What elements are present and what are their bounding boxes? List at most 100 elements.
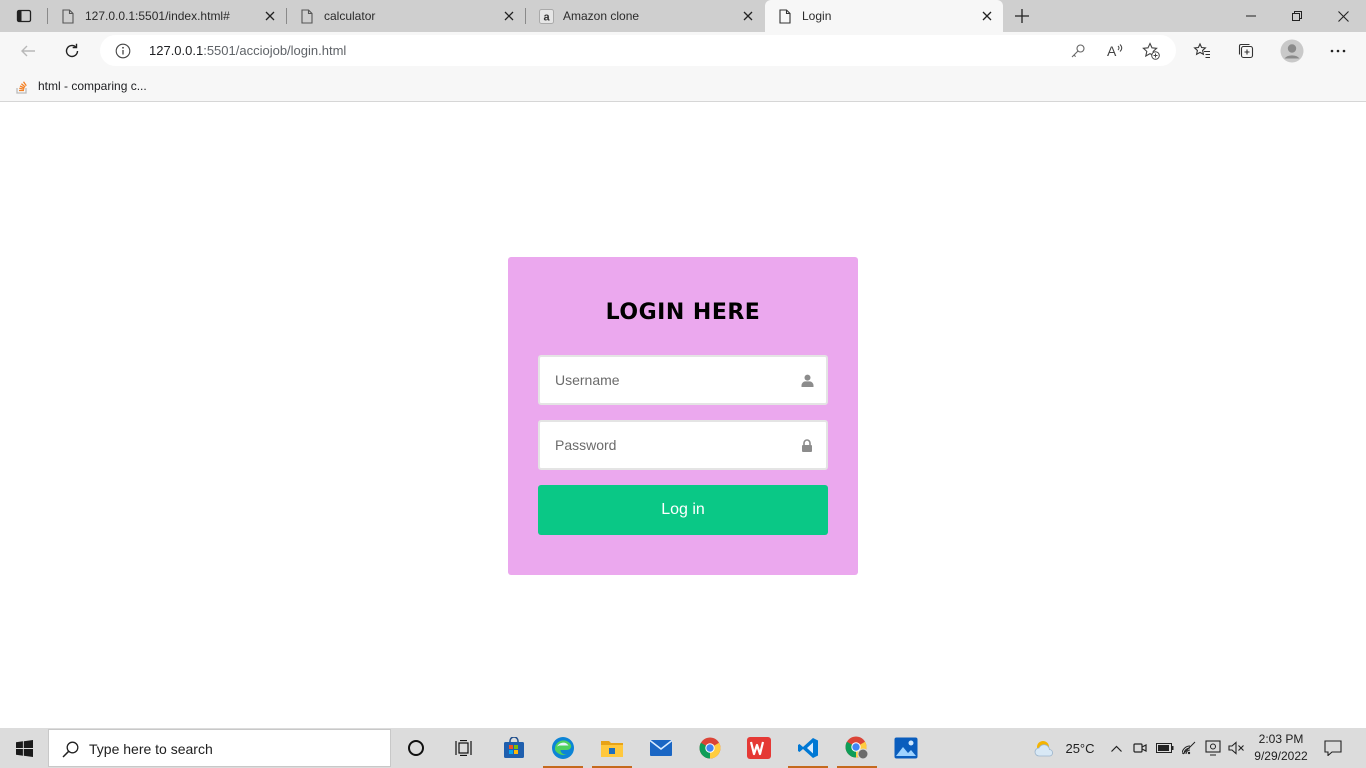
- favorite-label: html - comparing c...: [38, 79, 147, 93]
- login-title: LOGIN HERE: [605, 300, 761, 325]
- photos-icon: [894, 737, 918, 759]
- key-icon[interactable]: [1067, 40, 1089, 62]
- wps-office-button[interactable]: [735, 728, 783, 768]
- add-favorite-icon[interactable]: [1140, 40, 1162, 62]
- favorites-bar: html - comparing c...: [0, 70, 1366, 102]
- show-hidden-icons-button[interactable]: [1106, 728, 1126, 768]
- volume-muted-icon: [1228, 741, 1244, 755]
- mail-icon: [649, 739, 673, 756]
- plus-icon: [1015, 9, 1029, 23]
- minimize-icon: [1246, 15, 1256, 17]
- password-field: [538, 420, 828, 470]
- page-icon: [299, 8, 315, 24]
- tab-login[interactable]: Login: [765, 0, 1003, 32]
- password-input[interactable]: [540, 422, 826, 468]
- task-view-button[interactable]: [440, 728, 488, 768]
- battery-icon: [1156, 743, 1174, 753]
- folder-icon: [601, 741, 623, 757]
- username-input[interactable]: [540, 357, 826, 403]
- tab-strip: 127.0.0.1:5501/index.html# calculator a …: [0, 0, 1366, 32]
- vscode-icon: [798, 738, 818, 758]
- url-host: 127.0.0.1: [149, 43, 204, 58]
- photos-button[interactable]: [882, 728, 930, 768]
- tab-title: Amazon clone: [563, 9, 640, 23]
- search-placeholder: Type here to search: [89, 741, 213, 757]
- chrome-button[interactable]: [686, 728, 734, 768]
- close-tab-icon[interactable]: [499, 6, 519, 26]
- wifi-icon: [1182, 741, 1196, 755]
- display-settings-button[interactable]: [1202, 728, 1224, 768]
- username-field: [538, 355, 828, 405]
- network-button[interactable]: [1180, 728, 1200, 768]
- tab-calculator[interactable]: calculator: [287, 0, 525, 32]
- profile-button[interactable]: [1276, 36, 1308, 66]
- tab-title: calculator: [324, 9, 376, 23]
- temperature-label: 25°C: [1065, 740, 1095, 756]
- cortana-icon: [408, 740, 424, 756]
- close-tab-icon[interactable]: [260, 6, 280, 26]
- file-explorer-button[interactable]: [588, 728, 636, 768]
- read-aloud-icon[interactable]: A: [1104, 40, 1126, 62]
- refresh-icon: [65, 43, 79, 58]
- refresh-button[interactable]: [56, 36, 88, 66]
- url-path: :5501/acciojob/login.html: [203, 43, 347, 58]
- new-tab-button[interactable]: [1010, 4, 1034, 28]
- close-tab-icon[interactable]: [977, 6, 997, 26]
- notifications-button[interactable]: [1320, 728, 1346, 768]
- taskbar-search[interactable]: Type here to search: [48, 729, 391, 767]
- camera-icon: [1133, 743, 1147, 753]
- back-button[interactable]: [12, 36, 44, 66]
- chrome-profile-icon: [845, 736, 869, 760]
- restore-button[interactable]: [1274, 0, 1320, 32]
- avatar-icon: [1280, 39, 1304, 63]
- collections-icon: [1238, 43, 1254, 59]
- user-icon: [800, 373, 814, 387]
- store-icon: [504, 737, 524, 758]
- microsoft-store-button[interactable]: [490, 728, 538, 768]
- volume-button[interactable]: [1226, 728, 1246, 768]
- tab-title: 127.0.0.1:5501/index.html#: [85, 9, 230, 23]
- chrome-icon: [699, 737, 721, 759]
- battery-button[interactable]: [1154, 728, 1176, 768]
- chevron-up-icon: [1110, 745, 1122, 752]
- chrome-profile-button[interactable]: [833, 728, 881, 768]
- task-view-icon: [455, 740, 472, 756]
- close-tab-icon[interactable]: [738, 6, 758, 26]
- close-window-button[interactable]: [1320, 0, 1366, 32]
- svg-text:A: A: [1107, 43, 1117, 59]
- favorite-item[interactable]: html - comparing c...: [14, 75, 147, 97]
- tab-amazon-clone[interactable]: a Amazon clone: [526, 0, 764, 32]
- favorites-button[interactable]: [1186, 36, 1218, 66]
- windows-icon: [15, 739, 33, 757]
- meet-now-button[interactable]: [1130, 728, 1150, 768]
- login-card: LOGIN HERE Log in: [508, 257, 858, 575]
- page-content: LOGIN HERE Log in: [0, 103, 1366, 728]
- url-text[interactable]: 127.0.0.1:5501/acciojob/login.html: [149, 43, 346, 58]
- edge-icon: [552, 737, 574, 759]
- minimize-button[interactable]: [1228, 0, 1274, 32]
- page-icon: [60, 8, 76, 24]
- tab-actions-button[interactable]: [8, 4, 40, 28]
- info-icon[interactable]: [114, 42, 131, 59]
- amazon-icon: a: [538, 8, 554, 24]
- login-button[interactable]: Log in: [538, 485, 828, 535]
- tab-index[interactable]: 127.0.0.1:5501/index.html#: [48, 0, 286, 32]
- page-icon: [777, 8, 793, 24]
- system-clock[interactable]: 2:03 PM 9/29/2022: [1244, 731, 1318, 765]
- browser-toolbar: 127.0.0.1:5501/acciojob/login.html A: [0, 32, 1366, 70]
- collections-button[interactable]: [1230, 36, 1262, 66]
- settings-menu-button[interactable]: [1322, 36, 1354, 66]
- lock-icon: [800, 438, 814, 452]
- display-icon: [1205, 740, 1221, 756]
- search-icon: [61, 740, 79, 758]
- address-bar[interactable]: 127.0.0.1:5501/acciojob/login.html A: [100, 35, 1176, 66]
- start-button[interactable]: [0, 728, 48, 768]
- vscode-button[interactable]: [784, 728, 832, 768]
- clock-time: 2:03 PM: [1258, 732, 1304, 746]
- cortana-button[interactable]: [392, 728, 440, 768]
- edge-button[interactable]: [539, 728, 587, 768]
- restore-icon: [1292, 11, 1302, 21]
- weather-button[interactable]: [1030, 728, 1060, 768]
- svg-text:a: a: [543, 11, 550, 23]
- mail-button[interactable]: [637, 728, 685, 768]
